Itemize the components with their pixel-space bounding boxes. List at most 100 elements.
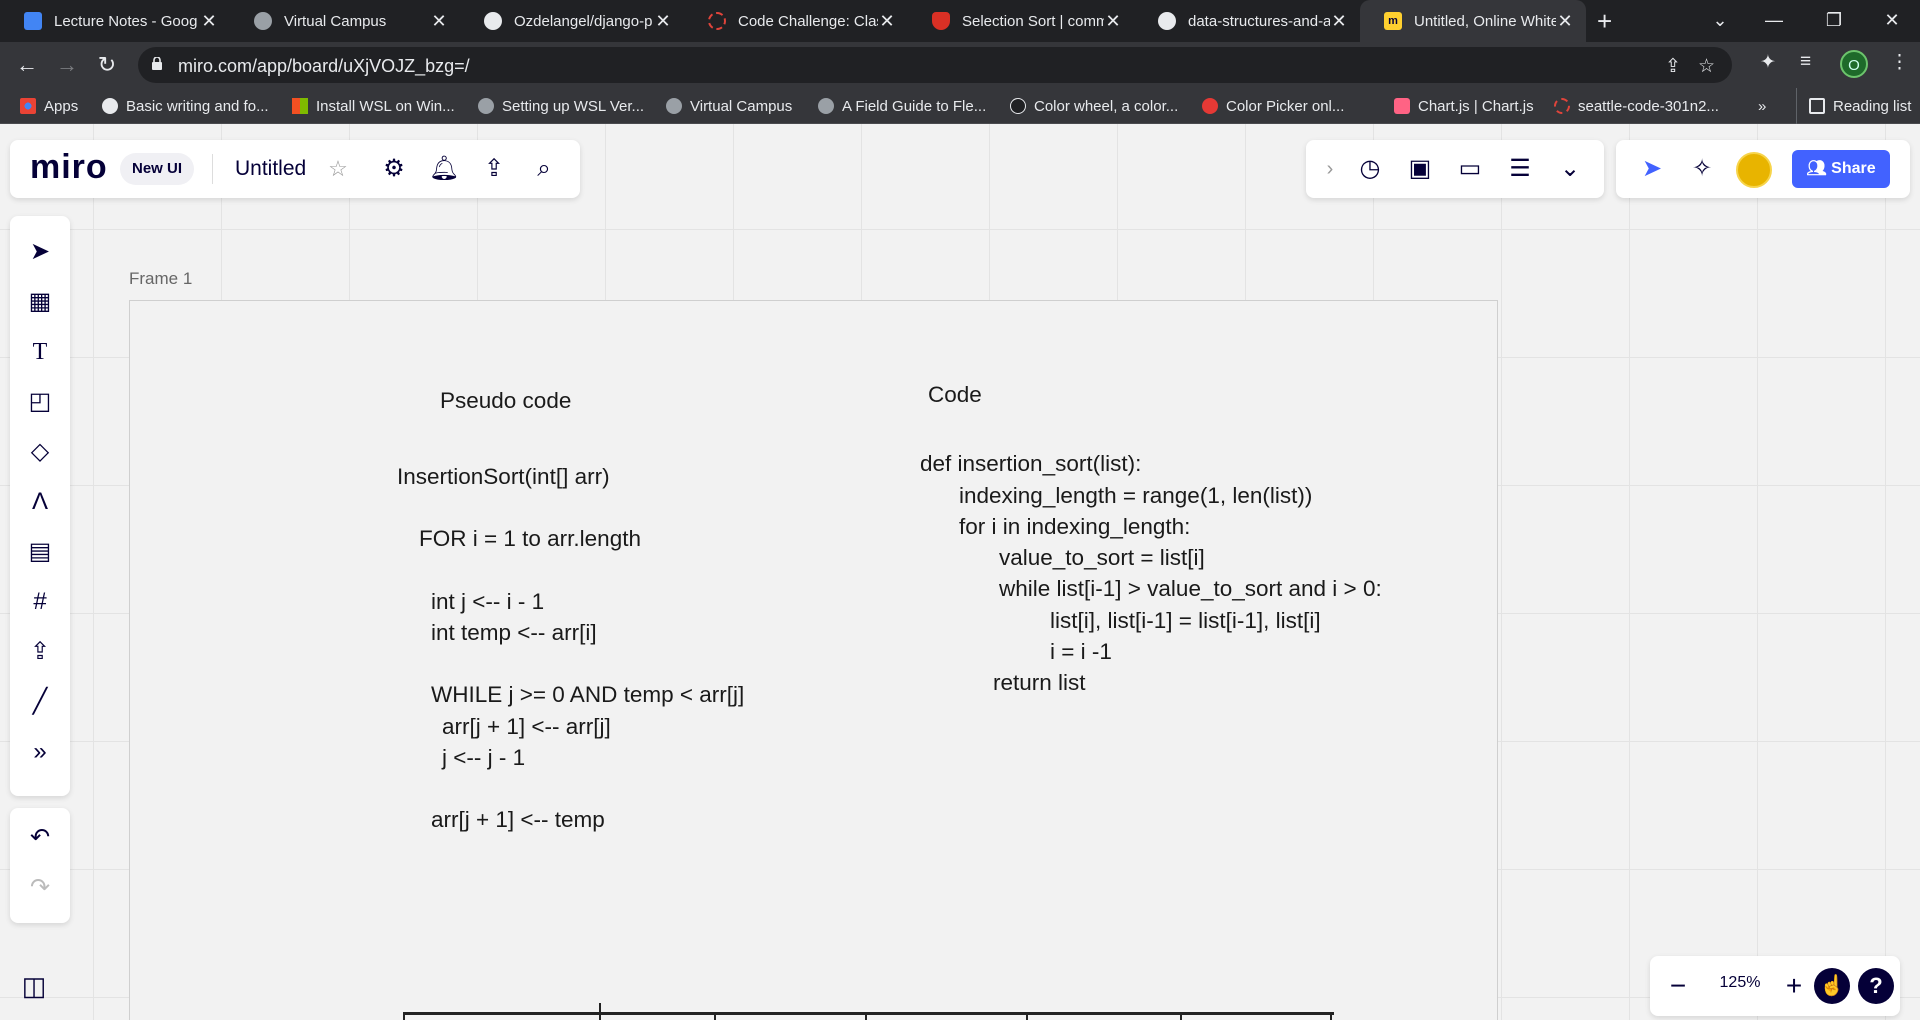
chevron-double-down-icon[interactable]: ⌄ [1554,154,1586,184]
user-avatar[interactable] [1736,152,1772,188]
board-title[interactable]: Untitled [235,154,306,184]
pseudo-line[interactable]: InsertionSort(int[] arr) [397,461,610,492]
pen-icon[interactable]: Λ [24,486,56,518]
zoom-level[interactable]: 125% [1708,974,1772,992]
tab-search-icon[interactable]: ⌄ [1692,0,1748,42]
chrome-menu-icon[interactable]: ⋮ [1890,51,1909,74]
templates-icon[interactable]: ▦ [24,286,56,318]
share-page-icon[interactable]: ⇪ [1665,55,1681,78]
undo-icon[interactable]: ↶ [24,822,56,854]
code-line[interactable]: value_to_sort = list[i] [999,542,1205,573]
comment-icon[interactable]: ▤ [24,536,56,568]
miro-logo[interactable]: miro [30,148,108,187]
profile-avatar[interactable]: O [1840,50,1868,78]
text-tool-icon[interactable]: T [24,336,56,368]
pseudo-line[interactable]: arr[j + 1] <-- arr[j] [442,711,611,742]
code-line[interactable]: list[i], list[i-1] = list[i-1], list[i] [1050,605,1321,636]
star-icon[interactable]: ☆ [322,154,354,184]
pseudo-line[interactable]: arr[j + 1] <-- temp [431,804,605,835]
sidebar-toggle-icon[interactable]: ◫ [16,968,52,1004]
code-line[interactable]: i = i -1 [1050,636,1112,667]
bookmark-basic-writing[interactable]: Basic writing and fo... [102,88,269,124]
bookmark-setting-up-wsl[interactable]: Setting up WSL Ver... [478,88,644,124]
zoom-in-icon[interactable]: + [1778,971,1810,1001]
search-icon[interactable]: ⌕ [528,154,560,184]
pseudo-code-title[interactable]: Pseudo code [440,385,571,416]
minimize-icon[interactable]: — [1746,0,1802,42]
chevron-right-icon[interactable]: › [1314,154,1346,184]
tab-selection-sort[interactable]: Selection Sort | comm ✕ [908,0,1134,42]
cursor-share-icon[interactable]: ➤ [1636,154,1668,184]
pseudo-line[interactable]: int j <-- i - 1 [431,586,544,617]
tab-django-repo[interactable]: Ozdelangel/django-p ✕ [460,0,684,42]
settings-gear-icon[interactable]: ⚙ [378,154,410,184]
more-tools-icon[interactable]: » [24,736,56,768]
frame-icon[interactable]: # [24,586,56,618]
code-line[interactable]: indexing_length = range(1, len(list)) [959,480,1312,511]
reload-icon[interactable]: ↻ [92,50,122,80]
select-cursor-icon[interactable]: ➤ [24,236,56,268]
close-tab-icon[interactable]: ✕ [200,11,218,32]
pseudo-line[interactable]: FOR i = 1 to arr.length [419,523,641,554]
bookmark-color-wheel[interactable]: Color wheel, a color... [1010,88,1178,124]
reading-list-button[interactable]: Reading list [1796,88,1911,124]
forward-arrow-icon[interactable]: → [52,50,82,80]
close-tab-icon[interactable]: ✕ [430,11,448,32]
browser-tab-strip: Lecture Notes - Goog ✕ Virtual Campus ✕ … [0,0,1920,42]
tab-miro-active[interactable]: m Untitled, Online White ✕ [1360,0,1586,42]
shapes-icon[interactable]: ◇ [24,436,56,468]
code-line[interactable]: for i in indexing_length: [959,511,1190,542]
tab-lecture-notes[interactable]: Lecture Notes - Goog ✕ [0,0,230,42]
new-ui-badge[interactable]: New UI [120,153,195,185]
celebrate-icon[interactable]: ✧ [1686,154,1718,184]
code-line[interactable]: def insertion_sort(list): [920,448,1141,479]
close-tab-icon[interactable]: ✕ [1556,11,1574,32]
code-line[interactable]: return list [993,667,1086,698]
present-icon[interactable]: ▭ [1454,154,1486,184]
partial-table[interactable] [403,1003,1334,1020]
upload-icon[interactable]: ⇪ [478,154,510,184]
tab-virtual-campus[interactable]: Virtual Campus ✕ [230,0,460,42]
zoom-out-icon[interactable]: − [1662,971,1694,1001]
bookmark-color-picker[interactable]: Color Picker onl... [1202,88,1344,124]
bookmark-virtual-campus[interactable]: Virtual Campus [666,88,792,124]
bookmark-seattle-code[interactable]: seattle-code-301n2... [1554,88,1719,124]
extensions-icon[interactable]: ✦ [1760,51,1776,74]
bookmark-chartjs[interactable]: Chart.js | Chart.js [1394,88,1534,124]
pseudo-line[interactable]: WHILE j >= 0 AND temp < arr[j] [431,679,744,710]
tab-data-structures[interactable]: data-structures-and-a ✕ [1134,0,1360,42]
share-button[interactable]: 👥︎ Share [1792,150,1890,188]
line-icon[interactable]: ╱ [24,686,56,718]
new-tab-button[interactable]: + [1597,0,1612,42]
timer-icon[interactable]: ◷ [1354,154,1386,184]
window-close-icon[interactable]: ✕ [1864,0,1920,42]
redo-icon[interactable]: ↷ [24,872,56,904]
notes-icon[interactable]: ☰ [1504,154,1536,184]
help-button[interactable]: ? [1858,968,1894,1004]
tab-code-challenge[interactable]: Code Challenge: Class ✕ [684,0,908,42]
upload-icon[interactable]: ⇪ [24,636,56,668]
restore-icon[interactable]: ❐ [1806,0,1862,42]
frame-1[interactable] [129,300,1498,1020]
sticky-note-icon[interactable]: ◰ [24,386,56,418]
pseudo-line[interactable]: j <-- j - 1 [442,742,525,773]
back-arrow-icon[interactable]: ← [12,50,42,80]
close-tab-icon[interactable]: ✕ [654,11,672,32]
video-call-icon[interactable]: ▣ [1404,154,1436,184]
bookmark-star-icon[interactable]: ☆ [1698,55,1715,78]
code-line[interactable]: while list[i-1] > value_to_sort and i > … [999,573,1382,604]
more-bookmarks-button[interactable]: » [1758,88,1766,124]
close-tab-icon[interactable]: ✕ [1104,11,1122,32]
media-control-icon[interactable]: ≡ [1800,51,1811,73]
bookmark-install-wsl[interactable]: Install WSL on Win... [292,88,455,124]
close-tab-icon[interactable]: ✕ [1330,11,1348,32]
bell-icon[interactable]: 🔔︎ [428,154,460,184]
bookmark-field-guide[interactable]: A Field Guide to Fle... [818,88,986,124]
code-title[interactable]: Code [928,379,982,410]
pseudo-line[interactable]: int temp <-- arr[i] [431,617,597,648]
frame-label[interactable]: Frame 1 [129,269,192,289]
bookmark-apps[interactable]: Apps [20,88,78,124]
url-field[interactable]: miro.com/app/board/uXjVOJZ_bzg=/ ⇪ ☆ [138,47,1732,83]
hand-pointer-icon[interactable]: ☝ [1814,968,1850,1004]
close-tab-icon[interactable]: ✕ [878,11,896,32]
